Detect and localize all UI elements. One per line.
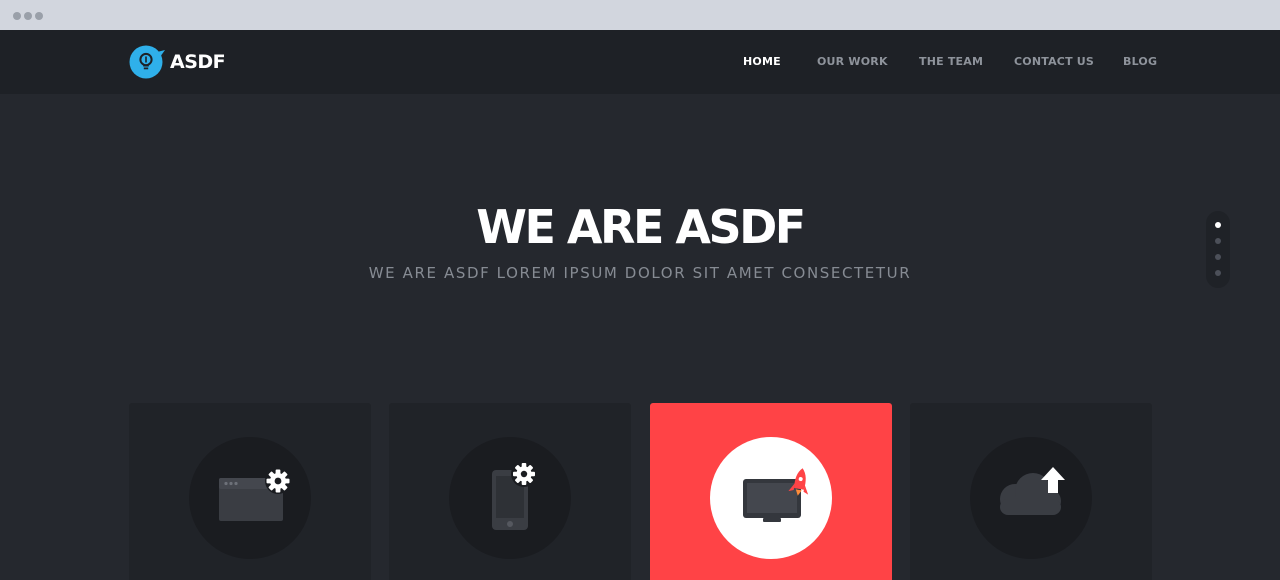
nav-item-contact-us[interactable]: CONTACT US <box>1014 55 1094 68</box>
pager-dot-2[interactable] <box>1215 238 1221 244</box>
service-card-cloud[interactable] <box>910 403 1152 580</box>
slide-pager <box>1206 211 1230 288</box>
pager-dot-3[interactable] <box>1215 254 1221 260</box>
service-icon-circle <box>189 437 311 559</box>
service-icon-circle <box>449 437 571 559</box>
nav-item-home[interactable]: HOME <box>743 55 781 68</box>
hero-subtitle: WE ARE ASDF LOREM IPSUM DOLOR SIT AMET C… <box>368 264 912 282</box>
service-icon-circle <box>970 437 1092 559</box>
pager-dot-4[interactable] <box>1215 270 1221 276</box>
nav-item-the-team[interactable]: THE TEAM <box>919 55 983 68</box>
monitor-rocket-icon <box>743 468 809 522</box>
cloud-upload-icon <box>1000 467 1065 515</box>
service-card-launch[interactable] <box>650 403 892 580</box>
window-dot-icon <box>13 12 21 20</box>
window-dot-icon <box>24 12 32 20</box>
service-card-mobile[interactable] <box>389 403 631 580</box>
service-icon-circle <box>710 437 832 559</box>
browser-chrome-bar <box>0 0 1280 30</box>
nav-item-blog[interactable]: BLOG <box>1123 55 1157 68</box>
top-navbar: ASDF HOME OUR WORK THE TEAM CONTACT US B… <box>0 30 1280 94</box>
pager-dot-1[interactable] <box>1215 222 1221 228</box>
hero-title: WE ARE ASDF <box>476 200 806 254</box>
mobile-settings-icon <box>492 461 537 530</box>
nav-item-our-work[interactable]: OUR WORK <box>817 55 888 68</box>
service-card-web[interactable] <box>129 403 371 580</box>
browser-settings-icon <box>219 468 291 521</box>
window-dot-icon <box>35 12 43 20</box>
main-nav: HOME OUR WORK THE TEAM CONTACT US BLOG <box>0 30 1280 94</box>
